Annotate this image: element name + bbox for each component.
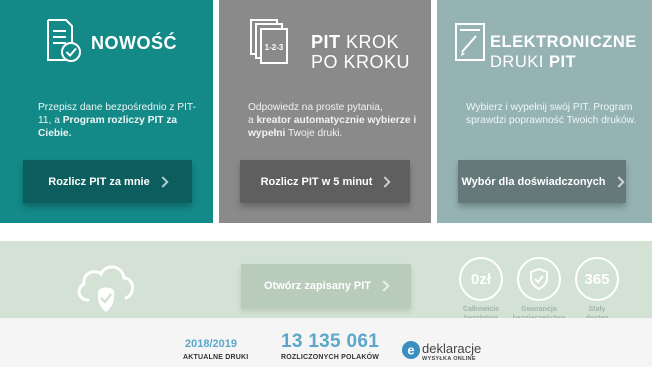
chevron-right-icon [379, 175, 392, 188]
chevron-right-icon [378, 280, 390, 292]
feature-access: 365 Stałydostęp [567, 257, 627, 323]
card-header: NOWOŚĆ [0, 18, 213, 70]
card-new: NOWOŚĆ Przepisz dane bezpośrednio z PIT-… [0, 0, 213, 223]
stacked-pages-icon: 1-2-3 [249, 18, 291, 71]
card-electronic-forms: ELEKTRONICZNE DRUKI PIT Wybierz i wypełn… [437, 0, 652, 223]
wybor-doswiadczonych-button[interactable]: Wybór dla doświadczonych [458, 160, 626, 203]
card-description: Wybierz i wypełnij swój PIT. Program spr… [466, 102, 637, 126]
feature-free: 0zł Całkowiciebezpłatnie [451, 257, 511, 323]
shield-check-icon [517, 257, 561, 301]
card-description: Odpowiedz na proste pytania, a kreator au… [248, 102, 417, 139]
feature-security: Gwarancjabezpieczeństwa [509, 257, 569, 323]
365-badge: 365 [575, 257, 619, 301]
cloud-check-icon [74, 258, 136, 319]
forms-year: 2018/2019 [185, 338, 237, 350]
card-header: 1-2-3 PIT KROK PO KROKU [219, 18, 431, 72]
card-title: PIT KROK PO KROKU [311, 32, 411, 72]
card-title: ELEKTRONICZNE DRUKI PIT [490, 33, 637, 71]
document-check-icon [46, 18, 82, 69]
logo-text: deklaracje [422, 341, 482, 356]
card-title: NOWOŚĆ [91, 33, 177, 53]
icon-text: 1-2-3 [265, 43, 284, 52]
button-label: Rozlicz PIT za mnie [48, 175, 150, 188]
logo-subtext: WYSYŁKA ONLINE [422, 356, 476, 362]
rozlicz-za-mnie-button[interactable]: Rozlicz PIT za mnie [23, 160, 192, 203]
settled-count: 13 135 061 [281, 331, 380, 352]
otworz-zapisany-pit-button[interactable]: Otwórz zapisany PIT [241, 264, 411, 308]
button-label: Rozlicz PIT w 5 minut [260, 175, 373, 188]
settled-count-label: ROZLICZONYCH POLAKÓW [281, 354, 380, 361]
button-label: Wybór dla doświadczonych [461, 175, 606, 188]
deklaracje-logo-icon[interactable]: e [401, 340, 421, 365]
card-header: ELEKTRONICZNE DRUKI PIT [437, 18, 652, 71]
chevron-right-icon [157, 175, 169, 188]
rozlicz-5-minut-button[interactable]: Rozlicz PIT w 5 minut [240, 160, 410, 203]
card-step-by-step: 1-2-3 PIT KROK PO KROKU Odpowiedz na pro… [219, 0, 431, 223]
zero-cost-badge: 0zł [459, 257, 503, 301]
chevron-right-icon [612, 175, 625, 188]
svg-text:e: e [407, 343, 414, 358]
card-description: Przepisz dane bezpośrednio z PIT-11, a P… [38, 102, 196, 139]
button-label: Otwórz zapisany PIT [264, 280, 371, 292]
forms-year-label: AKTUALNE DRUKI [183, 354, 249, 361]
form-pen-icon [454, 22, 486, 69]
